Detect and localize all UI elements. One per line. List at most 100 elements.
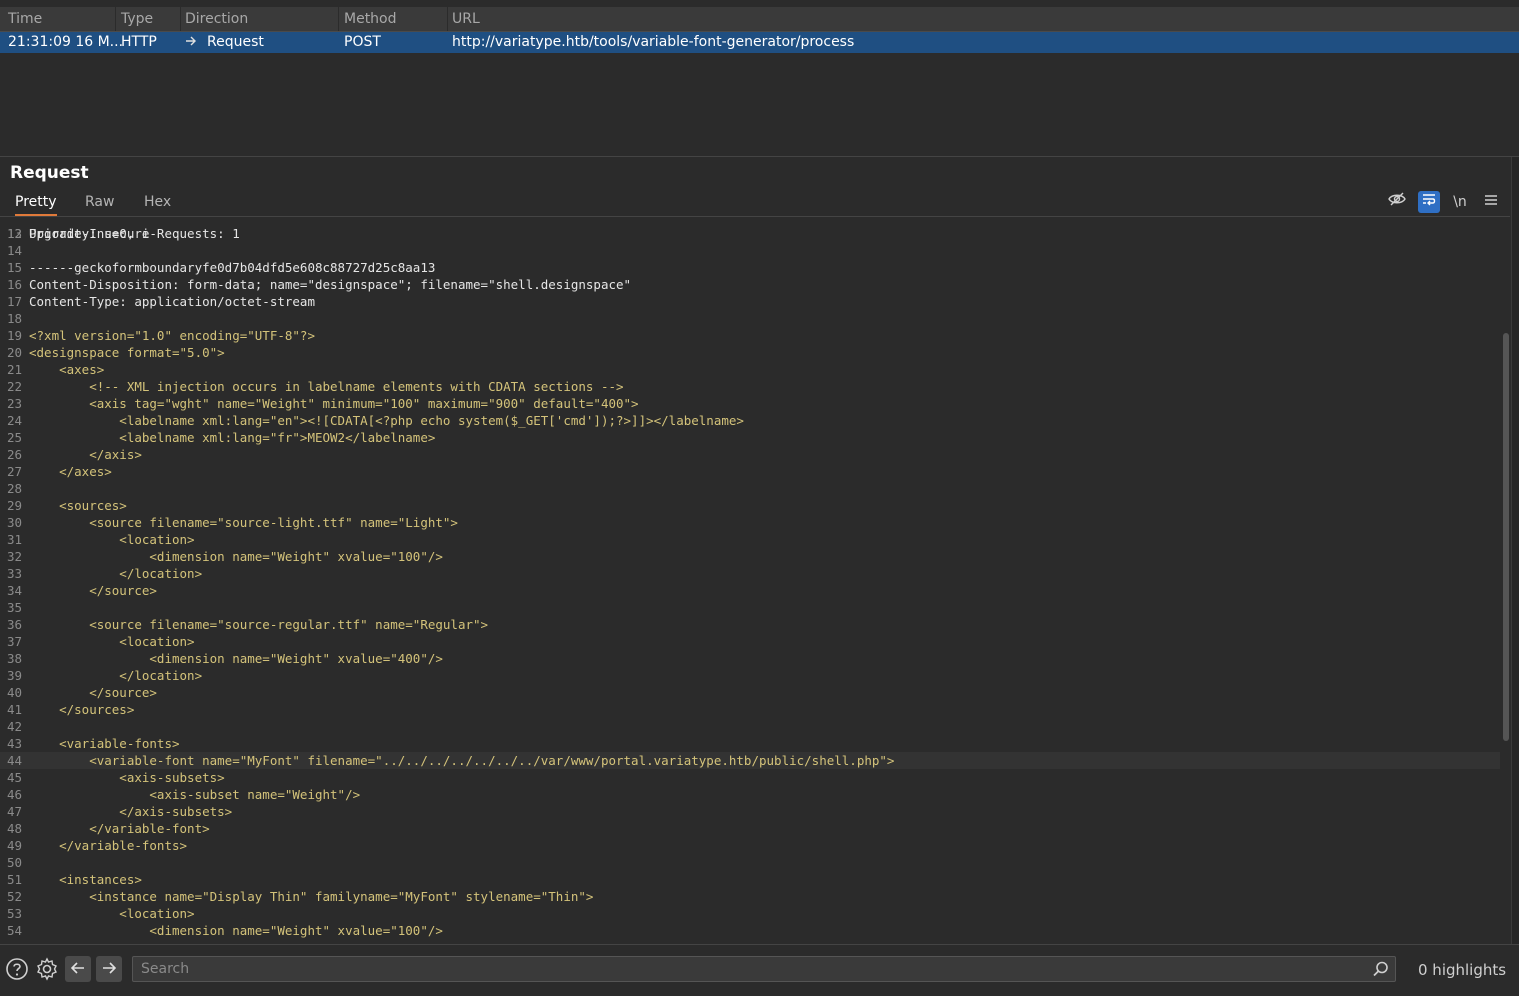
- line-number: 46: [6, 787, 22, 802]
- code-line: 20 <designspace format="5.0">: [0, 344, 1500, 361]
- search-input[interactable]: [132, 956, 1396, 982]
- tab-hex[interactable]: Hex: [144, 190, 171, 214]
- line-text: </source>: [29, 583, 157, 598]
- gear-icon[interactable]: [35, 957, 59, 981]
- table-row[interactable]: 21:31:09 16 M... HTTP Request POST http:…: [0, 32, 1519, 53]
- line-text: <?xml version="1.0" encoding="UTF-8"?>: [29, 328, 315, 343]
- column-method[interactable]: Method: [336, 7, 448, 31]
- line-text: <!-- XML injection occurs in labelname e…: [29, 379, 624, 394]
- line-text: <labelname xml:lang="en"><![CDATA[<?php …: [29, 413, 744, 428]
- code-line: 42: [0, 718, 1500, 735]
- column-type[interactable]: Type: [113, 7, 181, 31]
- line-number: 27: [6, 464, 22, 479]
- code-line: 39 </location>: [0, 667, 1500, 684]
- code-line: 14: [0, 242, 1500, 259]
- code-line: 17 Content-Type: application/octet-stream: [0, 293, 1500, 310]
- hide-icon[interactable]: [1386, 191, 1408, 213]
- line-number: 32: [6, 549, 22, 564]
- search-bar: 0 highlights: [0, 944, 1519, 996]
- line-text: <variable-fonts>: [29, 736, 180, 751]
- line-number: 24: [6, 413, 22, 428]
- line-number: 31: [6, 532, 22, 547]
- arrow-right-icon[interactable]: [96, 956, 122, 982]
- line-text: </variable-fonts>: [29, 838, 188, 853]
- code-line: 32 <dimension name="Weight" xvalue="100"…: [0, 548, 1500, 565]
- line-number: 44: [6, 753, 22, 768]
- code-line: 25 <labelname xml:lang="fr">MEOW2</label…: [0, 429, 1500, 446]
- line-text: </sources>: [29, 702, 135, 717]
- line-number: 37: [6, 634, 22, 649]
- right-gutter: [1511, 157, 1519, 945]
- line-number: 42: [6, 719, 22, 734]
- row-time: 21:31:09 16 M...: [8, 34, 124, 50]
- row-type: HTTP: [121, 34, 157, 50]
- line-number: 17: [6, 294, 22, 309]
- code-line: 43 <variable-fonts>: [0, 735, 1500, 752]
- code-line: 15 ------geckoformboundaryfe0d7b04dfd5e60…: [0, 259, 1500, 276]
- code-line: 29 <sources>: [0, 497, 1500, 514]
- code-line: 49 </variable-fonts>: [0, 837, 1500, 854]
- search-icon[interactable]: [1372, 960, 1390, 978]
- line-number: 33: [6, 566, 22, 581]
- line-number: 13: [6, 226, 22, 241]
- code-line: 33 </location>: [0, 565, 1500, 582]
- line-number: 22: [6, 379, 22, 394]
- line-text: </location>: [29, 668, 203, 683]
- code-line: 19 <?xml version="1.0" encoding="UTF-8"?>: [0, 327, 1500, 344]
- line-text: </location>: [29, 566, 203, 581]
- code-line: 46 <axis-subset name="Weight"/>: [0, 786, 1500, 803]
- code-line: 40 </source>: [0, 684, 1500, 701]
- line-text: <variable-font name="MyFont" filename=".…: [29, 753, 895, 768]
- line-number: 29: [6, 498, 22, 513]
- line-text: Content-Type: application/octet-stream: [29, 294, 315, 309]
- line-text: </axis>: [29, 447, 142, 462]
- line-number: 43: [6, 736, 22, 751]
- line-text: <instances>: [29, 872, 142, 887]
- line-text: Content-Disposition: form-data; name="de…: [29, 277, 632, 292]
- line-text: </axis-subsets>: [29, 804, 233, 819]
- vertical-scrollbar[interactable]: [1503, 333, 1509, 741]
- code-line: 47 </axis-subsets>: [0, 803, 1500, 820]
- divider: [0, 156, 1519, 157]
- line-number: 26: [6, 447, 22, 462]
- line-text: <source filename="source-light.ttf" name…: [29, 515, 458, 530]
- row-method: POST: [344, 34, 381, 50]
- column-direction[interactable]: Direction: [177, 7, 339, 31]
- line-number: 30: [6, 515, 22, 530]
- line-number: 53: [6, 906, 22, 921]
- line-number: 47: [6, 804, 22, 819]
- tab-raw[interactable]: Raw: [85, 190, 114, 214]
- line-number: 40: [6, 685, 22, 700]
- menu-icon[interactable]: [1480, 191, 1502, 213]
- line-text: <location>: [29, 906, 195, 921]
- help-icon[interactable]: [5, 957, 29, 981]
- line-number: 19: [6, 328, 22, 343]
- line-number: 20: [6, 345, 22, 360]
- line-number: 15: [6, 260, 22, 275]
- column-time[interactable]: Time: [0, 7, 116, 31]
- history-header: Time Type Direction Method URL: [0, 7, 1519, 32]
- code-line: 27 </axes>: [0, 463, 1500, 480]
- row-url: http://variatype.htb/tools/variable-font…: [452, 34, 855, 50]
- highlights-count: 0 highlights: [1418, 961, 1507, 979]
- wrap-icon[interactable]: [1418, 191, 1440, 213]
- line-number: 38: [6, 651, 22, 666]
- arrow-left-icon[interactable]: [65, 956, 91, 982]
- tab-pretty[interactable]: Pretty: [15, 190, 57, 216]
- code-line: 45 <axis-subsets>: [0, 769, 1500, 786]
- column-url[interactable]: URL: [444, 7, 1519, 31]
- code-line: 22 <!-- XML injection occurs in labelnam…: [0, 378, 1500, 395]
- line-text: <location>: [29, 634, 195, 649]
- line-text: <axis-subsets>: [29, 770, 225, 785]
- request-editor[interactable]: 12 Upgrade-Insecure-Requests: 1 13 Priorit…: [0, 216, 1510, 945]
- line-number: 36: [6, 617, 22, 632]
- code-line: 31 <location>: [0, 531, 1500, 548]
- arrow-right-icon: [185, 32, 197, 53]
- newline-icon[interactable]: \n: [1449, 191, 1471, 213]
- history-table: Time Type Direction Method URL 21:31:09 …: [0, 0, 1519, 157]
- code-line: 26 </axis>: [0, 446, 1500, 463]
- line-number: 16: [6, 277, 22, 292]
- line-text: <instance name="Display Thin" familyname…: [29, 889, 594, 904]
- code-line: 36 <source filename="source-regular.ttf"…: [0, 616, 1500, 633]
- code-line: 30 <source filename="source-light.ttf" n…: [0, 514, 1500, 531]
